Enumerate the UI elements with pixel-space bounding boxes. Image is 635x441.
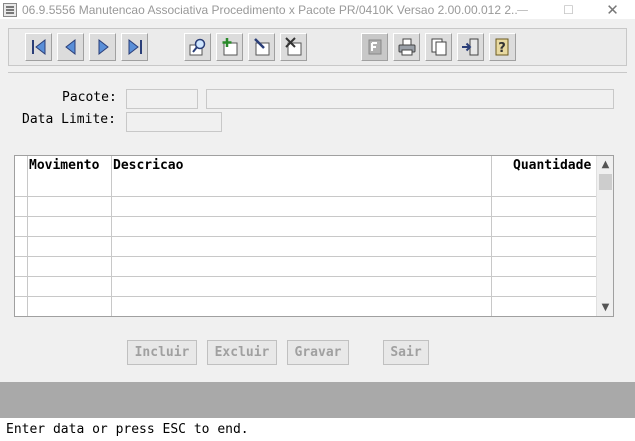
first-icon — [31, 38, 45, 56]
previous-record-button[interactable] — [57, 33, 84, 61]
copy-button[interactable] — [425, 33, 452, 61]
printer-icon — [398, 38, 415, 56]
exit-button[interactable] — [457, 33, 484, 61]
minimize-button[interactable]: — — [500, 0, 545, 19]
next-icon — [98, 38, 109, 56]
help-button[interactable]: ? — [489, 33, 516, 61]
pacote-description-field — [206, 89, 614, 109]
data-limite-field[interactable] — [126, 112, 222, 132]
column-header-descricao[interactable]: Descricao — [113, 156, 183, 180]
edit-icon — [253, 38, 269, 56]
column-header-quantidade[interactable]: Quantidade — [513, 156, 591, 180]
window-title: 06.9.5556 Manutencao Associativa Procedi… — [22, 2, 517, 17]
gravar-button[interactable]: Gravar — [287, 340, 349, 365]
last-icon — [128, 38, 142, 56]
edit-button[interactable] — [248, 33, 275, 61]
separator-bar — [0, 382, 635, 418]
title-bar: 06.9.5556 Manutencao Associativa Procedi… — [0, 0, 635, 19]
magnifier-icon — [189, 38, 205, 56]
table-row[interactable] — [15, 256, 597, 257]
pacote-code-field[interactable] — [126, 89, 198, 109]
add-icon — [222, 38, 237, 56]
toolbar: ? — [8, 28, 627, 66]
previous-icon — [64, 38, 75, 56]
sair-button[interactable]: Sair — [383, 340, 429, 365]
pacote-label: Pacote: — [62, 90, 117, 105]
column-header-movimento[interactable]: Movimento — [29, 156, 99, 180]
scroll-thumb[interactable] — [599, 174, 612, 190]
status-message: Enter data or press ESC to end. — [0, 418, 635, 441]
table-row[interactable] — [15, 236, 597, 237]
delete-button[interactable] — [280, 33, 307, 61]
maximize-button[interactable]: ☐ — [546, 0, 591, 19]
print-button[interactable] — [393, 33, 420, 61]
close-button[interactable]: ✕ — [590, 0, 635, 19]
procedures-grid[interactable]: Movimento Descricao Quantidade ▲ ▼ — [14, 155, 614, 317]
first-record-button[interactable] — [25, 33, 52, 61]
app-icon — [3, 2, 17, 17]
vertical-scrollbar[interactable]: ▲ ▼ — [596, 156, 613, 316]
table-row[interactable] — [15, 216, 597, 217]
scroll-up-icon[interactable]: ▲ — [597, 156, 613, 173]
data-limite-label: Data Limite: — [22, 112, 116, 127]
help-icon: ? — [495, 38, 508, 56]
fields-icon — [368, 39, 381, 55]
svg-text:?: ? — [498, 41, 506, 56]
search-button[interactable] — [184, 33, 211, 61]
copy-icon — [431, 38, 446, 56]
add-button[interactable] — [216, 33, 243, 61]
next-record-button[interactable] — [89, 33, 116, 61]
table-row[interactable] — [15, 196, 597, 197]
last-record-button[interactable] — [121, 33, 148, 61]
excluir-button[interactable]: Excluir — [207, 340, 277, 365]
incluir-button[interactable]: Incluir — [127, 340, 197, 365]
exit-door-icon — [461, 38, 478, 56]
table-row[interactable] — [15, 276, 597, 277]
delete-icon — [284, 37, 301, 56]
scroll-down-icon[interactable]: ▼ — [597, 299, 613, 316]
table-row[interactable] — [15, 296, 597, 297]
fields-button[interactable] — [361, 33, 388, 61]
